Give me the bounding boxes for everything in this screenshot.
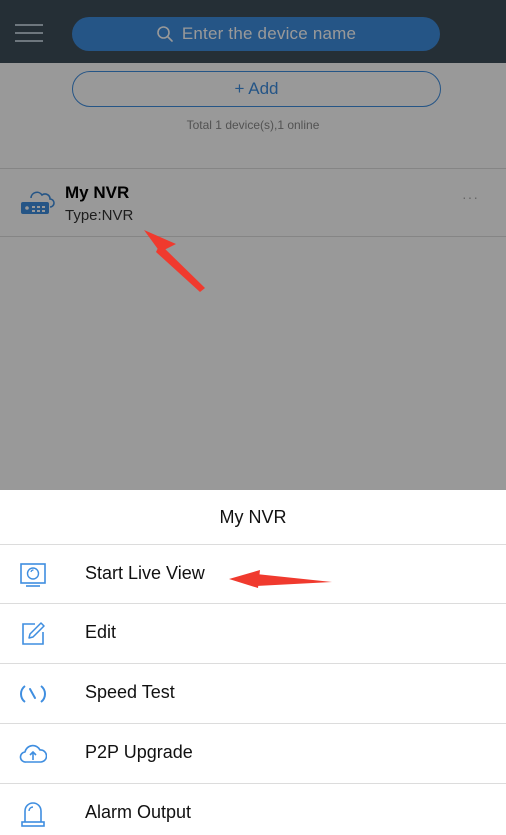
divider	[0, 603, 506, 604]
speedometer-icon	[20, 685, 46, 703]
divider	[0, 544, 506, 545]
action-sheet-title: My NVR	[219, 506, 287, 527]
alarm-output-label: Alarm Output	[85, 802, 192, 822]
divider	[0, 723, 506, 724]
start-live-view-label: Start Live View	[85, 563, 205, 583]
speed-test-button[interactable]: Speed Test	[0, 663, 506, 723]
action-sheet: My NVR Start Live View Edit Speed Test P…	[0, 490, 506, 835]
live-view-monitor-icon	[20, 563, 46, 587]
alarm-siren-icon	[21, 802, 45, 827]
edit-label: Edit	[85, 622, 117, 642]
cloud-upload-icon	[19, 744, 47, 763]
p2p-upgrade-button[interactable]: P2P Upgrade	[0, 723, 506, 783]
start-live-view-button[interactable]: Start Live View	[0, 544, 506, 604]
divider	[0, 663, 506, 664]
p2p-upgrade-label: P2P Upgrade	[85, 742, 193, 762]
speed-test-label: Speed Test	[85, 682, 175, 702]
dim-overlay[interactable]	[0, 0, 506, 490]
edit-pencil-icon	[22, 622, 45, 645]
edit-button[interactable]: Edit	[0, 603, 506, 663]
divider	[0, 783, 506, 784]
alarm-output-button[interactable]: Alarm Output	[0, 783, 506, 835]
